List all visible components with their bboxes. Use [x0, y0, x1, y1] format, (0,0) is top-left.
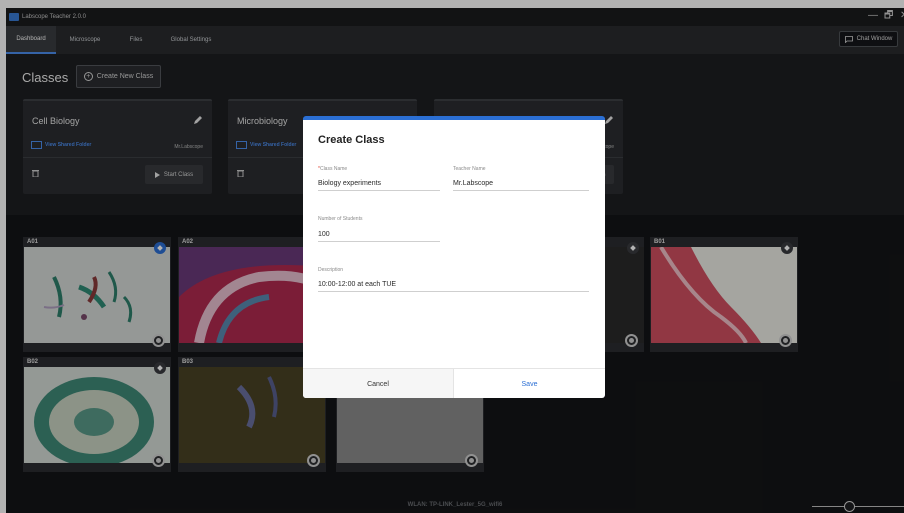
class-name-label: *Class Name — [318, 166, 347, 172]
dialog-footer: Cancel Save — [303, 368, 605, 398]
class-name-underline — [318, 190, 440, 191]
description-input[interactable]: 10:00-12:00 at each TUE — [318, 281, 396, 288]
description-underline — [318, 291, 589, 292]
description-label: Description — [318, 267, 344, 273]
teacher-name-input[interactable]: Mr.Labscope — [453, 180, 493, 187]
students-underline — [318, 241, 440, 242]
teacher-name-underline — [453, 190, 589, 191]
students-input[interactable]: 100 — [318, 231, 330, 238]
cancel-button[interactable]: Cancel — [303, 369, 454, 398]
teacher-name-label: Teacher Name — [453, 166, 486, 172]
class-name-label-text: Class Name — [319, 166, 348, 172]
dialog-title: Create Class — [318, 134, 385, 146]
students-label: Number of Students — [318, 216, 363, 222]
class-name-input[interactable]: Biology experiments — [318, 180, 381, 187]
save-button[interactable]: Save — [454, 369, 605, 398]
create-class-dialog: Create Class *Class Name Biology experim… — [303, 116, 605, 398]
